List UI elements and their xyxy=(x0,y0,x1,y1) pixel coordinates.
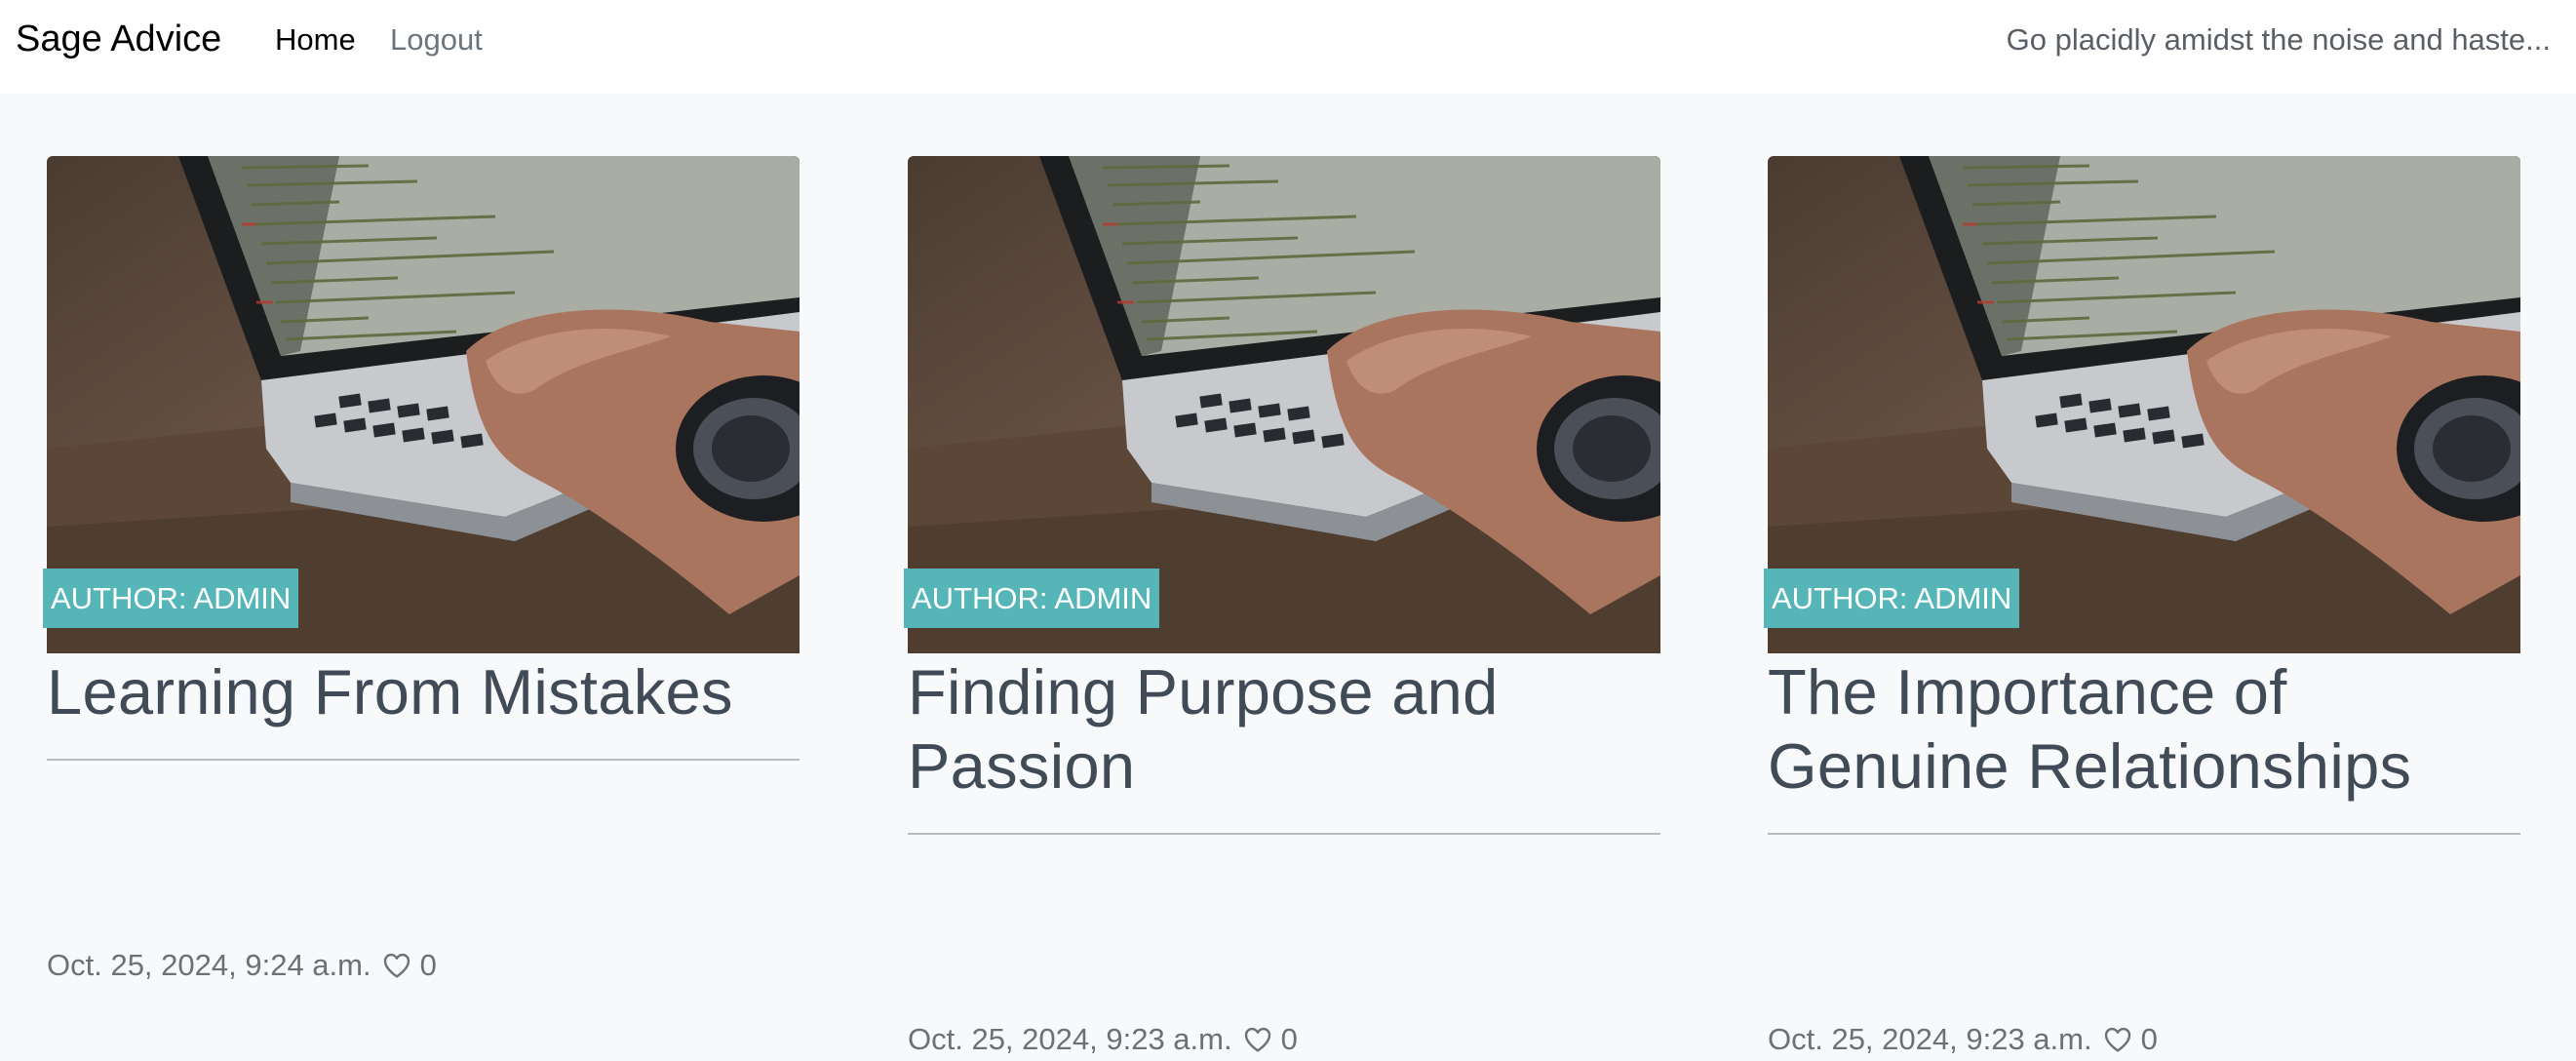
top-navbar: Sage Advice Home Logout Go placidly amid… xyxy=(0,0,2576,94)
navbar-tagline: Go placidly amidst the noise and haste..… xyxy=(2006,22,2551,57)
post-meta: Oct. 25, 2024, 9:24 a.m. 0 xyxy=(47,944,437,987)
card-divider xyxy=(908,833,1660,835)
like-button[interactable]: 0 xyxy=(2102,1018,2158,1061)
card-divider xyxy=(47,759,800,761)
brand-link[interactable]: Sage Advice xyxy=(16,18,221,60)
heart-outline-icon xyxy=(2102,1024,2133,1055)
nav-link-home[interactable]: Home xyxy=(275,20,356,60)
post-title[interactable]: Finding Purpose and Passion xyxy=(908,655,1660,804)
card-divider xyxy=(1768,833,2520,835)
post-card: AUTHOR: ADMIN Learning From Mistakes Oct… xyxy=(43,156,800,982)
post-card: AUTHOR: ADMIN The Importance of Genuine … xyxy=(1764,156,2520,1056)
like-count: 0 xyxy=(419,948,437,982)
post-title[interactable]: The Importance of Genuine Relationships xyxy=(1768,655,2520,804)
like-count: 0 xyxy=(2140,1022,2158,1056)
author-badge: AUTHOR: ADMIN xyxy=(43,569,299,628)
post-meta: Oct. 25, 2024, 9:23 a.m. 0 xyxy=(1768,1018,2158,1061)
heart-outline-icon xyxy=(381,950,412,981)
heart-outline-icon xyxy=(1242,1024,1273,1055)
post-date: Oct. 25, 2024, 9:23 a.m. xyxy=(1768,1022,2092,1056)
author-badge: AUTHOR: ADMIN xyxy=(1764,569,2020,628)
nav-link-logout[interactable]: Logout xyxy=(390,20,483,60)
post-date: Oct. 25, 2024, 9:23 a.m. xyxy=(908,1022,1232,1056)
post-meta: Oct. 25, 2024, 9:23 a.m. 0 xyxy=(908,1018,1298,1061)
like-button[interactable]: 0 xyxy=(381,944,437,987)
post-card: AUTHOR: ADMIN Finding Purpose and Passio… xyxy=(904,156,1660,1056)
like-count: 0 xyxy=(1280,1022,1298,1056)
author-badge: AUTHOR: ADMIN xyxy=(904,569,1160,628)
post-title[interactable]: Learning From Mistakes xyxy=(47,655,800,729)
like-button[interactable]: 0 xyxy=(1242,1018,1298,1061)
post-date: Oct. 25, 2024, 9:24 a.m. xyxy=(47,948,371,982)
